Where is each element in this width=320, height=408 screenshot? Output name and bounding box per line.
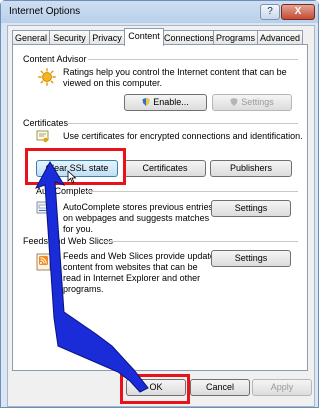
title-bar[interactable]: Internet Options ? X — [1, 1, 318, 23]
certificate-icon — [36, 130, 50, 146]
autocomplete-rule — [84, 191, 298, 192]
publishers-button[interactable]: Publishers — [210, 160, 292, 177]
content-advisor-settings-label: Settings — [241, 97, 274, 107]
feeds-desc-line1: Feeds and Web Slices provide updated — [63, 251, 220, 261]
feeds-settings-button[interactable]: Settings — [211, 250, 291, 267]
feeds-rule — [104, 241, 298, 242]
tab-security[interactable]: Security — [49, 30, 90, 45]
cancel-button[interactable]: Cancel — [190, 379, 250, 396]
tab-general[interactable]: General — [12, 30, 50, 45]
content-advisor-sun-icon — [38, 68, 56, 88]
feeds-desc-line3: read in Internet Explorer and other — [63, 273, 201, 283]
tab-connections[interactable]: Connections — [163, 30, 214, 45]
tab-advanced[interactable]: Advanced — [257, 30, 303, 45]
tab-content[interactable]: Content — [124, 28, 164, 46]
enable-button-label: Enable... — [153, 97, 189, 107]
certificates-rule — [68, 123, 298, 124]
help-button[interactable]: ? — [260, 4, 280, 20]
feeds-rss-icon — [36, 253, 52, 273]
uac-shield-disabled-icon — [230, 96, 238, 106]
apply-button[interactable]: Apply — [252, 379, 312, 396]
tab-privacy[interactable]: Privacy — [89, 30, 125, 45]
certificates-button[interactable]: Certificates — [124, 160, 206, 177]
enable-button[interactable]: Enable... — [124, 94, 207, 111]
certificates-title: Certificates — [23, 118, 69, 128]
content-advisor-settings-button[interactable]: Settings — [212, 94, 292, 111]
ok-highlight-box — [120, 374, 190, 404]
feeds-desc-line2: content from websites that can be — [63, 262, 198, 272]
uac-shield-icon — [142, 96, 150, 106]
content-advisor-desc-line1: Ratings help you control the Internet co… — [63, 67, 287, 77]
autocomplete-icon — [36, 200, 52, 218]
feeds-desc-line4: programs. — [63, 284, 104, 294]
autocomplete-desc-line2: on webpages and suggests matches — [63, 213, 210, 223]
close-button[interactable]: X — [281, 4, 315, 20]
content-advisor-desc-line2: viewed on this computer. — [63, 78, 163, 88]
autocomplete-desc-line3: for you. — [63, 224, 94, 234]
tab-programs[interactable]: Programs — [213, 30, 258, 45]
autocomplete-settings-button[interactable]: Settings — [211, 200, 291, 217]
content-advisor-rule — [88, 59, 298, 60]
autocomplete-desc-line1: AutoComplete stores previous entries — [63, 202, 214, 212]
certificates-desc: Use certificates for encrypted connectio… — [63, 131, 303, 141]
feeds-title: Feeds and Web Slices — [23, 236, 113, 246]
mouse-cursor-icon — [67, 170, 77, 186]
window-title: Internet Options — [9, 6, 81, 17]
content-advisor-title: Content Advisor — [23, 54, 87, 64]
